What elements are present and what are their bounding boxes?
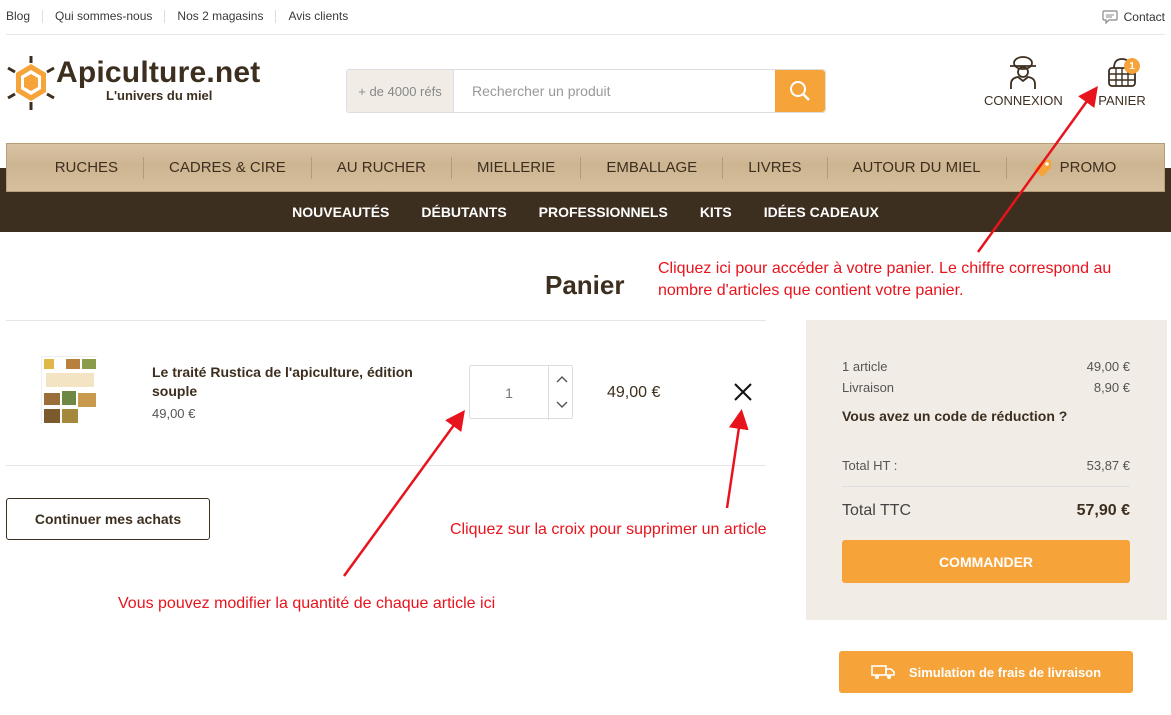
price-tag-icon — [1033, 159, 1051, 177]
line-total: 49,00 € — [607, 384, 661, 401]
summary-shipping-label: Livraison — [842, 380, 895, 395]
subnav-item-professionnels[interactable]: PROFESSIONNELS — [523, 204, 684, 220]
nav-item-promo[interactable]: PROMO — [1005, 156, 1142, 179]
divider — [6, 465, 766, 466]
divider — [842, 486, 1130, 487]
site-logo[interactable]: Apiculture.net L'univers du miel — [6, 56, 260, 110]
close-icon — [734, 383, 752, 401]
divider — [6, 34, 1165, 35]
subnav-item-nouveautes[interactable]: NOUVEAUTÉS — [276, 204, 405, 220]
summary-ht-value: 53,87 € — [1086, 458, 1130, 473]
summary-articles-row: 1 article 49,00 € — [842, 359, 1130, 374]
summary-articles-value: 49,00 € — [1086, 359, 1130, 374]
summary-ht-row: Total HT : 53,87 € — [842, 458, 1130, 473]
cart-count-badge: 1 — [1124, 58, 1140, 74]
arrow-to-remove — [725, 409, 749, 509]
brand-tagline: L'univers du miel — [106, 88, 213, 103]
book-cover-image — [42, 357, 98, 425]
quantity-value[interactable]: 1 — [470, 366, 548, 420]
cart-button[interactable]: 1 PANIER — [1096, 54, 1148, 108]
truck-icon — [871, 665, 895, 679]
nav-item-miellerie[interactable]: MIELLERIE — [450, 156, 580, 179]
contact-link[interactable]: Contact — [1102, 10, 1165, 24]
summary-ttc-row: Total TTC 57,90 € — [842, 502, 1130, 520]
nav-item-rucher[interactable]: AU RUCHER — [310, 156, 451, 179]
nav-item-autour-du-miel[interactable]: AUTOUR DU MIEL — [826, 156, 1006, 179]
product-unit-price: 49,00 € — [152, 406, 196, 421]
account-label: CONNEXION — [984, 93, 1063, 108]
summary-ht-label: Total HT : — [842, 458, 898, 473]
quantity-arrows — [548, 366, 574, 420]
summary-shipping-row: Livraison 8,90 € — [842, 380, 1130, 395]
search-refs-count: + de 4000 réfs — [347, 70, 454, 112]
contact-label: Contact — [1123, 10, 1165, 24]
product-thumbnail[interactable] — [41, 356, 98, 425]
product-name[interactable]: Le traité Rustica de l'apiculture, éditi… — [152, 363, 442, 401]
main-nav: RUCHES CADRES & CIRE AU RUCHER MIELLERIE… — [6, 143, 1165, 192]
nav-promo-label: PROMO — [1059, 158, 1117, 176]
nav-item-cadres[interactable]: CADRES & CIRE — [143, 156, 311, 179]
divider — [6, 320, 766, 321]
top-link-blog[interactable]: Blog — [6, 10, 42, 23]
top-link-stores[interactable]: Nos 2 magasins — [164, 10, 275, 23]
quantity-stepper[interactable]: 1 — [469, 365, 574, 420]
search-bar: + de 4000 réfs Rechercher un produit — [346, 69, 826, 113]
nav-item-emballage[interactable]: EMBALLAGE — [580, 156, 722, 179]
page-title: Panier — [545, 270, 625, 300]
remove-item-button[interactable] — [732, 381, 754, 408]
hive-logo-icon — [7, 56, 55, 110]
top-bar: Blog Qui sommes-nous Nos 2 magasins Avis… — [0, 0, 1171, 34]
top-link-reviews[interactable]: Avis clients — [275, 10, 360, 23]
search-icon — [790, 81, 810, 101]
order-summary: 1 article 49,00 € Livraison 8,90 € Vous … — [806, 320, 1167, 620]
sub-nav: NOUVEAUTÉS DÉBUTANTS PROFESSIONNELS KITS… — [0, 204, 1171, 220]
account-button[interactable]: CONNEXION — [984, 54, 1063, 108]
top-links: Blog Qui sommes-nous Nos 2 magasins Avis… — [6, 10, 360, 23]
shipping-simulation-label: Simulation de frais de livraison — [908, 664, 1102, 680]
chat-icon — [1102, 10, 1118, 24]
beekeeper-user-icon — [1010, 56, 1036, 89]
arrow-to-quantity — [342, 409, 465, 577]
cart-label: PANIER — [1098, 93, 1146, 108]
subnav-item-kits[interactable]: KITS — [684, 204, 748, 220]
nav-item-livres[interactable]: LIVRES — [722, 156, 826, 179]
order-button[interactable]: COMMANDER — [842, 540, 1130, 583]
shipping-simulation-button[interactable]: Simulation de frais de livraison — [839, 651, 1133, 693]
search-input[interactable]: Rechercher un produit — [454, 70, 775, 112]
subnav-item-idees-cadeaux[interactable]: IDÉES CADEAUX — [748, 204, 895, 220]
chevron-down-icon[interactable] — [556, 401, 568, 409]
summary-shipping-value: 8,90 € — [1093, 380, 1130, 395]
continue-shopping-button[interactable]: Continuer mes achats — [6, 498, 210, 540]
summary-articles-label: 1 article — [842, 359, 888, 374]
annotation-quantity: Vous pouvez modifier la quantité de chaq… — [118, 595, 496, 612]
brand-name: Apiculture.net — [56, 56, 261, 89]
annotation-remove: Cliquez sur la croix pour supprimer un a… — [450, 521, 767, 538]
annotation-cart: Cliquez ici pour accéder à votre panier.… — [658, 260, 1112, 299]
nav-item-ruches[interactable]: RUCHES — [30, 157, 143, 179]
discount-code-row: Vous avez un code de réduction ? — [842, 408, 1130, 424]
chevron-up-icon[interactable] — [556, 375, 568, 383]
top-link-about[interactable]: Qui sommes-nous — [42, 10, 164, 23]
search-button[interactable] — [775, 70, 825, 112]
summary-ttc-label: Total TTC — [842, 502, 912, 519]
discount-code-link[interactable]: Vous avez un code de réduction ? — [842, 408, 1067, 424]
summary-ttc-value: 57,90 € — [1076, 502, 1130, 519]
subnav-item-debutants[interactable]: DÉBUTANTS — [405, 204, 522, 220]
